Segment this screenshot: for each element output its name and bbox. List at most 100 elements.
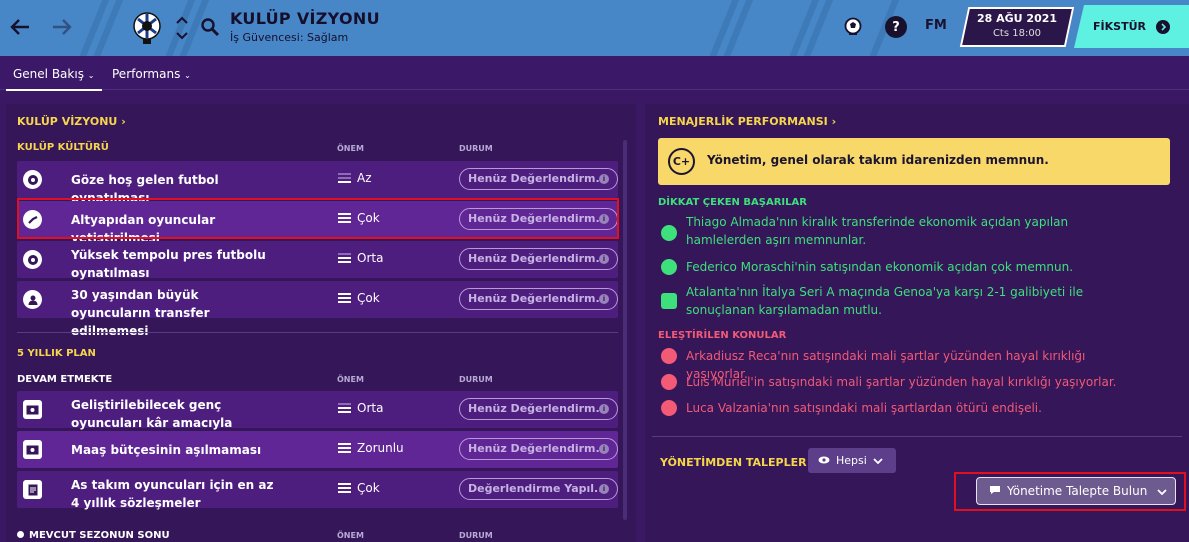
plan-row-text: As takım oyuncuları için en az 4 yıllık … — [71, 478, 274, 510]
info-icon: i — [599, 484, 609, 494]
scrollbar[interactable] — [623, 140, 627, 520]
club-vision-header[interactable]: KULÜP VİZYONU › — [17, 115, 126, 128]
section-divider — [17, 332, 618, 333]
requests-filter-dropdown[interactable]: Hepsi — [808, 448, 896, 473]
status-text: Henüz Değerlendirm... — [468, 172, 609, 185]
season-end-header: MEVCUT SEZONUN SONU — [17, 530, 170, 541]
club-culture-header: KULÜP KÜLTÜRÜ — [17, 142, 109, 153]
importance-value: Çok — [357, 291, 380, 305]
culture-row[interactable]: Göze hoş gelen futbol oynatılması Az Hen… — [17, 161, 618, 205]
importance-bars — [338, 253, 351, 265]
importance-value: Az — [357, 171, 372, 185]
plan-row[interactable]: Geliştirilebilecek genç oyuncuları kâr a… — [17, 391, 618, 448]
performance-header[interactable]: MENAJERLİK PERFORMANSI › — [658, 115, 836, 128]
tab-overview[interactable]: Genel Bakış ⌄ — [13, 67, 94, 81]
search-icon[interactable] — [199, 16, 221, 38]
chevron-down-icon: ⌄ — [184, 71, 191, 80]
contract-icon — [23, 480, 42, 499]
chevron-down-icon: ⌄ — [87, 71, 95, 80]
importance-value: Zorunlu — [357, 441, 404, 455]
handshake-icon — [661, 374, 677, 390]
money-icon — [23, 440, 42, 459]
tab-performance-label: Performans — [112, 67, 181, 81]
football-icon — [23, 250, 42, 269]
culture-row-text: Yüksek tempolu pres futbolu oynatılması — [71, 248, 266, 280]
handshake-icon — [661, 225, 677, 241]
achievement-item: Federico Moraschi'nin satışından ekonomi… — [686, 260, 1074, 274]
importance-bars — [338, 293, 351, 305]
status-column-header: DURUM — [459, 531, 493, 540]
highlight-box — [954, 472, 1186, 511]
plan-row[interactable]: Maaş bütçesinin aşılmaması Zorunlu Henüz… — [17, 431, 618, 468]
section-divider — [652, 436, 1182, 437]
grade-badge: C+ — [668, 148, 695, 175]
continue-button[interactable]: FİKSTÜR — [1074, 5, 1189, 48]
chevron-down-icon[interactable] — [175, 30, 189, 42]
club-crest-icon[interactable] — [130, 8, 164, 48]
status-pill[interactable]: Henüz Değerlendirm... i — [459, 438, 618, 460]
performance-title: MENAJERLİK PERFORMANSI — [658, 115, 828, 128]
chevron-down-icon — [873, 454, 883, 467]
importance-column-header: ÖNEM — [337, 375, 364, 384]
criticism-header: ELEŞTİRİLEN KONULAR — [658, 330, 787, 341]
handshake-icon — [661, 348, 677, 364]
highlight-box — [17, 198, 619, 239]
status-column-header: DURUM — [459, 144, 493, 153]
status-pill[interactable]: Henüz Değerlendirm... i — [459, 398, 618, 420]
back-arrow-icon[interactable] — [8, 15, 32, 39]
culture-row[interactable]: Yüksek tempolu pres futbolu oynatılması … — [17, 241, 618, 280]
continue-label: FİKSTÜR — [1093, 20, 1146, 33]
ball-icon[interactable] — [842, 16, 864, 38]
status-column-header: DURUM — [459, 375, 493, 384]
info-icon: i — [599, 444, 609, 454]
current-date: 28 AĞU 2021 — [976, 12, 1058, 25]
status-pill[interactable]: Henüz Değerlendirm... i — [459, 288, 618, 310]
status-text: Değerlendirme Yapıl... — [468, 482, 607, 495]
culture-row[interactable]: 30 yaşından büyük oyuncuların transfer e… — [17, 281, 618, 338]
page-title: KULÜP VİZYONU — [230, 9, 380, 28]
season-end-label: MEVCUT SEZONUN SONU — [29, 530, 170, 541]
plan-row-text: Maaş bütçesinin aşılmaması — [71, 443, 262, 457]
status-text: Henüz Değerlendirm... — [468, 402, 609, 415]
importance-bars — [338, 403, 351, 415]
tab-performance[interactable]: Performans ⌄ — [112, 67, 191, 81]
criticism-item: Luca Valzania'nın satışındaki mali şartl… — [686, 401, 1042, 415]
scoreboard-icon — [661, 293, 677, 309]
criticism-item: Luis Muriel'in satışındaki mali şartlar … — [686, 375, 1117, 389]
performance-summary: Yönetim, genel olarak takım idarenizden … — [707, 153, 1049, 167]
status-pill[interactable]: Değerlendirme Yapıl... i — [459, 478, 618, 500]
ongoing-header: DEVAM ETMEKTE — [17, 374, 113, 385]
tab-overview-label: Genel Bakış — [13, 67, 84, 81]
active-tab-underline — [6, 89, 102, 91]
status-pill[interactable]: Henüz Değerlendirm... i — [459, 248, 618, 270]
info-icon: i — [599, 174, 609, 184]
handshake-icon — [661, 259, 677, 275]
bullet-icon — [17, 531, 24, 538]
board-requests-header: YÖNETİMDEN TALEPLER — [660, 456, 807, 469]
job-security-label: İş Güvencesi: Sağlam — [230, 31, 349, 44]
achievement-item: Atalanta'nın İtalya Seri A maçında Genoa… — [686, 285, 1084, 317]
fm-logo[interactable]: FM — [925, 18, 947, 33]
plan-row[interactable]: As takım oyuncuları için en az 4 yıllık … — [17, 471, 618, 510]
handshake-icon — [661, 400, 677, 416]
eye-icon — [818, 454, 830, 467]
status-text: Henüz Değerlendirm... — [468, 442, 609, 455]
info-icon: i — [599, 294, 609, 304]
info-icon: i — [599, 254, 609, 264]
chevron-up-icon[interactable] — [175, 14, 189, 26]
importance-bars — [338, 483, 351, 495]
importance-value: Orta — [357, 251, 384, 265]
five-year-plan-header: 5 YILLIK PLAN — [17, 348, 96, 359]
club-vision-title: KULÜP VİZYONU — [17, 115, 118, 128]
status-pill[interactable]: Henüz Değerlendirm... i — [459, 168, 618, 190]
filter-label: Hepsi — [836, 454, 867, 467]
forward-arrow-icon[interactable] — [50, 15, 74, 39]
football-icon — [23, 170, 42, 189]
performance-summary-card: C+ Yönetim, genel olarak takım idarenizd… — [658, 138, 1170, 185]
achievement-item: Thiago Almada'nın kiralık transferinde e… — [686, 215, 1069, 247]
money-icon — [23, 400, 42, 419]
importance-bars — [338, 173, 351, 185]
importance-bars — [338, 443, 351, 455]
help-icon[interactable]: ? — [885, 16, 907, 38]
achievements-header: DİKKAT ÇEKEN BAŞARILAR — [658, 197, 807, 208]
